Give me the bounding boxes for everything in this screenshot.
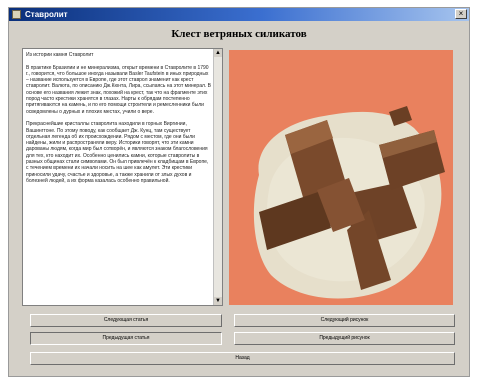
scroll-up-icon[interactable]: ▲ (214, 49, 222, 57)
staurolite-cross-photo-icon (253, 106, 445, 299)
back-button[interactable]: Назад (30, 352, 455, 365)
close-button[interactable]: × (455, 9, 467, 19)
page-title: Клест ветряных силикатов (171, 28, 307, 40)
title-bar[interactable]: Ставролит × (9, 8, 469, 21)
staurolite-photo (229, 50, 453, 305)
vertical-scrollbar[interactable]: ▲ ▼ (213, 49, 222, 305)
app-icon[interactable] (12, 10, 21, 19)
next-article-button[interactable]: Следующая статья (30, 314, 222, 327)
next-photo-button[interactable]: Следующий рисунок (234, 314, 455, 327)
article-textbox[interactable]: Из истории камня Ставролит В практике Бр… (22, 48, 223, 306)
prev-article-button[interactable]: Предыдущая статья (30, 332, 222, 345)
scroll-down-icon[interactable]: ▼ (214, 297, 222, 305)
article-text: Из истории камня Ставролит В практике Бр… (26, 52, 212, 184)
window-title: Ставролит (25, 10, 68, 19)
prev-photo-button[interactable]: Предыдущий рисунок (234, 332, 455, 345)
